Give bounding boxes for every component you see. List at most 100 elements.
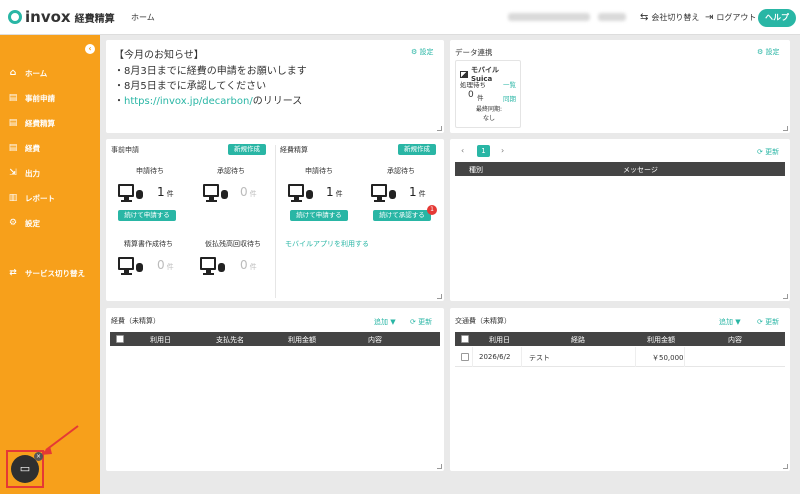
- nav-home-link[interactable]: ホーム: [131, 12, 155, 23]
- transport-refresh-link[interactable]: ⟳ 更新: [757, 317, 779, 327]
- pager-next-icon[interactable]: ›: [501, 146, 504, 155]
- pre-app-continue-button[interactable]: 続けて申請する: [118, 210, 176, 221]
- pre-app-approval-count: 0件: [240, 185, 257, 199]
- col-divider: [521, 347, 522, 367]
- redacted-company-name: [508, 13, 590, 21]
- sidebar-item-report[interactable]: ▥ レポート: [0, 188, 100, 208]
- sidebar-item-pre-application[interactable]: ▤ 事前申請: [0, 88, 100, 108]
- sidebar-item-settings[interactable]: ⚙ 設定: [0, 213, 100, 233]
- notice-settings-link[interactable]: ⚙ 設定: [411, 47, 434, 57]
- mouse-icon: [218, 263, 225, 272]
- suica-last-sync-label: 最終同期:: [476, 106, 503, 113]
- expense-settle-new-button[interactable]: 新規作成: [398, 144, 436, 155]
- count-unit: 件: [249, 263, 257, 271]
- pre-app-doc-count: 0件: [157, 258, 174, 272]
- resize-handle[interactable]: [437, 464, 442, 469]
- logout-link[interactable]: ⇥ ログアウト: [705, 12, 756, 23]
- col-divider: [472, 347, 473, 367]
- data-link-title: データ連携: [455, 48, 493, 57]
- suica-pending-label: 処理待ち: [460, 81, 486, 89]
- col-divider: [684, 347, 685, 367]
- pre-app-title: 事前申請: [111, 146, 139, 154]
- col-route: 経路: [571, 336, 585, 344]
- expenses-refresh-link[interactable]: ⟳ 更新: [410, 317, 432, 327]
- sidebar-collapse-icon[interactable]: ‹: [85, 44, 95, 54]
- help-button[interactable]: ヘルプ: [758, 9, 796, 27]
- sidebar-item-expenses[interactable]: ▤ 経費: [0, 138, 100, 158]
- suica-sync-link[interactable]: 同期: [503, 93, 516, 103]
- notification-badge: 1: [427, 205, 437, 215]
- computer-icon: [118, 184, 134, 202]
- add-label: 追加: [719, 318, 733, 326]
- count-unit: 件: [166, 263, 174, 271]
- expense-settle-continue-apply-button[interactable]: 続けて申請する: [290, 210, 348, 221]
- expense-settle-title: 経費精算: [280, 146, 308, 154]
- col-payee: 支払先名: [216, 336, 244, 344]
- switch-company-icon: ⇆: [640, 12, 649, 23]
- app-logo[interactable]: invox 経費精算: [8, 8, 115, 26]
- expense-settle-continue-approve-button[interactable]: 続けて承認する: [373, 210, 431, 221]
- select-all-checkbox[interactable]: [116, 335, 124, 343]
- transport-title: 交通費（未精算）: [455, 317, 511, 325]
- expense-settle-approval-label: 承認待ち: [387, 167, 415, 175]
- count-value: 0: [240, 185, 248, 199]
- messages-refresh-link[interactable]: ⟳ 更新: [757, 147, 779, 157]
- suica-last-sync-value: なし: [483, 115, 496, 122]
- sidebar-item-label: 経費: [25, 143, 40, 153]
- panel-divider: [275, 145, 276, 298]
- chat-highlight: ▭ ×: [6, 450, 44, 488]
- table-row[interactable]: 2026/6/2 テスト ￥50,000: [455, 347, 785, 367]
- resize-handle[interactable]: [783, 464, 788, 469]
- expense-settle-waiting-count: 1件: [326, 185, 343, 199]
- sidebar-item-label: 出力: [25, 168, 40, 178]
- sidebar-item-label: レポート: [25, 193, 55, 203]
- computer-icon: [288, 184, 304, 202]
- resize-handle[interactable]: [437, 126, 442, 131]
- suica-flag-icon: [460, 70, 468, 78]
- messages-table-header: 種別 メッセージ: [455, 162, 785, 176]
- computer-icon: [200, 257, 216, 275]
- switch-company-link[interactable]: ⇆ 会社切り替え: [640, 12, 699, 23]
- resize-handle[interactable]: [783, 126, 788, 131]
- pre-app-waiting-label: 申請待ち: [136, 167, 164, 175]
- col-content: 内容: [368, 336, 382, 344]
- expenses-add-link[interactable]: 追加 ▼: [374, 317, 396, 327]
- gear-icon: ⚙: [8, 218, 18, 228]
- resize-handle[interactable]: [437, 294, 442, 299]
- notice-line: ・8月3日までに経費の申請をお願いします: [114, 66, 307, 77]
- select-all-checkbox[interactable]: [461, 335, 469, 343]
- count-unit: 件: [249, 190, 257, 198]
- suica-count-unit: 件: [477, 94, 484, 102]
- pager-page-button[interactable]: 1: [477, 145, 490, 157]
- sidebar-item-service-switch[interactable]: ⇄ サービス切り替え: [0, 263, 100, 283]
- resize-handle[interactable]: [783, 294, 788, 299]
- pre-app-advance-count: 0件: [240, 258, 257, 272]
- col-divider: [635, 347, 636, 367]
- count-value: 1: [409, 185, 417, 199]
- col-amount: 利用金額: [647, 336, 675, 344]
- suica-list-link[interactable]: 一覧: [503, 79, 516, 89]
- decarbon-link[interactable]: https://invox.jp/decarbon/: [124, 96, 253, 107]
- pre-app-new-button[interactable]: 新規作成: [228, 144, 266, 155]
- pager-prev-icon[interactable]: ‹: [461, 146, 464, 155]
- transport-add-link[interactable]: 追加 ▼: [719, 317, 741, 327]
- sidebar-item-expense-settlement[interactable]: ▤ 経費精算: [0, 113, 100, 133]
- settings-label: 設定: [765, 48, 780, 56]
- pre-app-doc-label: 精算書作成待ち: [124, 240, 173, 248]
- chat-close-icon[interactable]: ×: [34, 452, 43, 461]
- sidebar-item-output[interactable]: ⇲ 出力: [0, 163, 100, 183]
- data-link-settings-link[interactable]: ⚙ 設定: [757, 47, 780, 57]
- row-checkbox[interactable]: [461, 353, 469, 361]
- sidebar-item-label: 事前申請: [25, 93, 55, 103]
- count-unit: 件: [418, 190, 426, 198]
- logo-subtitle: 経費精算: [74, 13, 115, 25]
- mouse-icon: [221, 190, 228, 199]
- chart-icon: ▥: [8, 193, 18, 203]
- redacted-user-name: [598, 13, 626, 21]
- computer-icon: [371, 184, 387, 202]
- sidebar-item-home[interactable]: ⌂ ホーム: [0, 63, 100, 83]
- refresh-label: 更新: [418, 318, 433, 326]
- row-amount: ￥50,000: [652, 354, 684, 362]
- transport-table-header: 利用日 経路 利用金額 内容: [455, 332, 785, 346]
- mobile-app-link[interactable]: モバイルアプリを利用する: [285, 239, 369, 249]
